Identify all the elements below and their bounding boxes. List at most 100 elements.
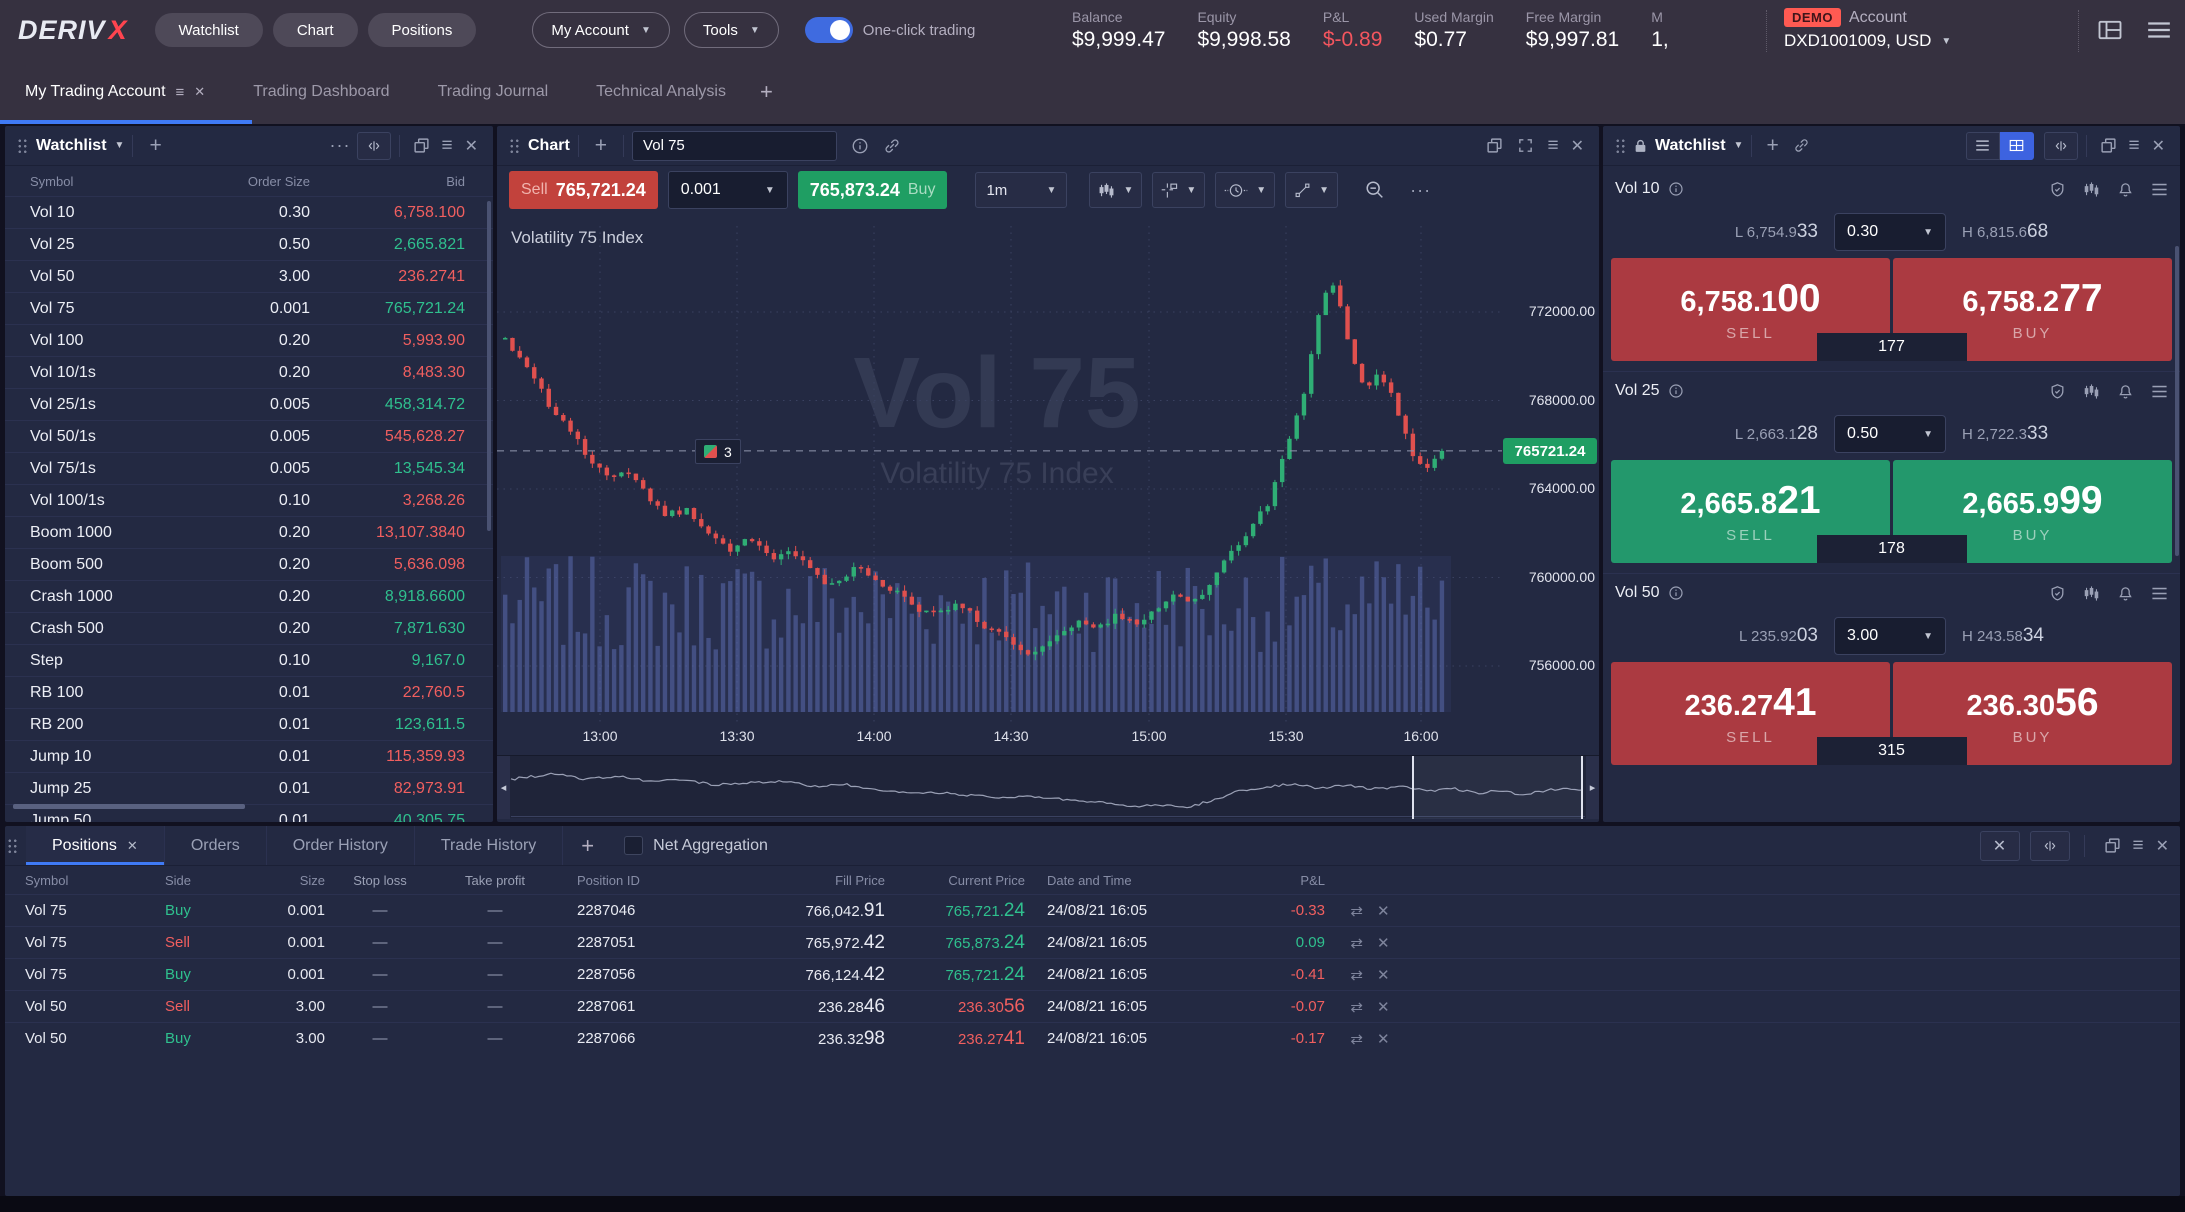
tab-trading-journal[interactable]: Trading Journal	[414, 60, 573, 124]
info-icon[interactable]	[1668, 585, 1684, 601]
duplicate-panel-icon[interactable]	[2095, 137, 2122, 154]
watchlist-row[interactable]: RB 2000.01123,611.5	[5, 708, 493, 740]
navigator-right-arrow[interactable]: ▸	[1586, 756, 1599, 819]
watchlist-row[interactable]: Jump 100.01115,359.93	[5, 740, 493, 772]
position-row[interactable]: Vol 50Buy3.00——2287066236.3298236.274124…	[5, 1022, 2180, 1054]
column-date-time[interactable]: Date and Time	[1025, 873, 1225, 888]
tab-technical-analysis[interactable]: Technical Analysis	[572, 60, 750, 124]
watchlist-row[interactable]: Crash 5000.207,871.630	[5, 612, 493, 644]
column-stop-loss[interactable]: Stop loss	[325, 873, 435, 888]
info-icon[interactable]	[851, 137, 869, 155]
sell-button[interactable]: Sell 765,721.24	[509, 171, 658, 209]
close-position-icon[interactable]: ✕	[1377, 1030, 1390, 1048]
layout-icon[interactable]	[2096, 16, 2124, 44]
position-row[interactable]: Vol 75Buy0.001——2287046766,042.91765,721…	[5, 894, 2180, 926]
tab-my-trading-account[interactable]: My Trading Account ≡ ✕	[0, 60, 229, 124]
instrument-menu-icon[interactable]	[2151, 384, 2168, 399]
chart-more-options-icon[interactable]: ···	[1410, 180, 1431, 201]
watchlist-row[interactable]: Vol 750.001765,721.24	[5, 292, 493, 324]
watchlist-panel-title[interactable]: Watchlist ▼	[1634, 137, 1743, 155]
duplicate-panel-icon[interactable]	[408, 137, 435, 154]
instrument-menu-icon[interactable]	[2151, 182, 2168, 197]
watchlist-row[interactable]: Vol 100/1s0.103,268.26	[5, 484, 493, 516]
tab-trading-dashboard[interactable]: Trading Dashboard	[229, 60, 413, 124]
watchlist-row[interactable]: Jump 250.0182,973.91	[5, 772, 493, 804]
panel-menu-icon[interactable]: ≡	[2122, 135, 2147, 157]
symbol-input[interactable]	[632, 131, 837, 161]
watchlist-row[interactable]: Vol 250.502,665.821	[5, 228, 493, 260]
vertical-scrollbar[interactable]	[487, 201, 491, 531]
info-icon[interactable]	[1668, 383, 1684, 399]
open-positions-badge[interactable]: 3	[695, 439, 741, 464]
drag-handle-icon[interactable]	[17, 138, 28, 153]
link-icon[interactable]	[883, 137, 901, 155]
column-order-size[interactable]: Order Size	[205, 174, 310, 189]
add-tab-button[interactable]: +	[581, 833, 594, 859]
watchlist-row[interactable]: Step0.109,167.0	[5, 644, 493, 676]
close-panel-icon[interactable]: ✕	[1566, 136, 1589, 156]
column-size[interactable]: Size	[255, 873, 325, 888]
quantity-select[interactable]: 3.00▼	[1834, 617, 1946, 655]
column-side[interactable]: Side	[165, 873, 255, 888]
panel-menu-icon[interactable]: ≡	[2126, 835, 2151, 857]
alert-icon[interactable]	[2117, 181, 2134, 198]
reverse-position-icon[interactable]: ⇄	[1350, 998, 1363, 1016]
reverse-position-icon[interactable]: ⇄	[1350, 966, 1363, 984]
fullscreen-icon[interactable]	[1510, 137, 1541, 154]
quantity-select[interactable]: 0.30▼	[1834, 213, 1946, 251]
column-position-id[interactable]: Position ID	[555, 873, 735, 888]
add-symbol-button[interactable]: +	[141, 134, 169, 158]
close-position-icon[interactable]: ✕	[1377, 998, 1390, 1016]
chart-type-select[interactable]: ▼	[1089, 172, 1142, 208]
close-all-button[interactable]: ✕	[1980, 831, 2020, 861]
tab-close-icon[interactable]: ✕	[194, 84, 205, 100]
panel-menu-icon[interactable]: ≡	[435, 135, 460, 157]
column-fill-price[interactable]: Fill Price	[735, 873, 885, 888]
panel-menu-icon[interactable]: ≡	[1541, 135, 1566, 157]
column-take-profit[interactable]: Take profit	[435, 873, 555, 888]
quantity-select[interactable]: 0.50▼	[1834, 415, 1946, 453]
buy-button[interactable]: 765,873.24 Buy	[798, 171, 948, 209]
timeframe-select[interactable]: 1m ▼	[975, 172, 1067, 208]
vertical-scrollbar[interactable]	[2175, 246, 2179, 556]
open-chart-icon[interactable]	[2083, 585, 2100, 602]
tab-trade-history[interactable]: Trade History	[415, 826, 563, 865]
grid-view-icon[interactable]	[2000, 132, 2034, 160]
position-row[interactable]: Vol 75Sell0.001——2287051765,972.42765,87…	[5, 926, 2180, 958]
column-current-price[interactable]: Current Price	[885, 873, 1025, 888]
close-position-icon[interactable]: ✕	[1377, 966, 1390, 984]
tab-positions[interactable]: Positions ✕	[26, 826, 165, 865]
duplicate-panel-icon[interactable]	[2099, 837, 2126, 854]
my-account-menu[interactable]: My Account ▼	[532, 12, 669, 48]
zoom-out-icon[interactable]	[1356, 172, 1394, 208]
watchlist-row[interactable]: Crash 10000.208,918.6600	[5, 580, 493, 612]
positions-button[interactable]: Positions	[368, 13, 477, 47]
expand-panel-icon[interactable]	[2044, 132, 2078, 160]
navigator-selection[interactable]	[1412, 756, 1583, 819]
more-options-icon[interactable]: ···	[324, 135, 357, 156]
column-pnl[interactable]: P&L	[1225, 873, 1325, 888]
chart-button[interactable]: Chart	[273, 13, 358, 47]
watchlist-row[interactable]: RB 1000.0122,760.5	[5, 676, 493, 708]
protection-icon[interactable]	[2049, 383, 2066, 400]
reverse-position-icon[interactable]: ⇄	[1350, 902, 1363, 920]
alert-icon[interactable]	[2117, 383, 2134, 400]
close-position-icon[interactable]: ✕	[1377, 934, 1390, 952]
crosshair-order-select[interactable]: ▼	[1152, 172, 1205, 208]
watchlist-row[interactable]: Vol 1000.205,993.90	[5, 324, 493, 356]
close-panel-icon[interactable]: ✕	[2151, 836, 2174, 856]
watchlist-row[interactable]: Vol 25/1s0.005458,314.72	[5, 388, 493, 420]
watchlist-row[interactable]: Vol 10/1s0.208,483.30	[5, 356, 493, 388]
reverse-position-icon[interactable]: ⇄	[1350, 934, 1363, 952]
tab-menu-icon[interactable]: ≡	[176, 84, 185, 101]
watchlist-row[interactable]: Vol 100.306,758.100	[5, 196, 493, 228]
column-symbol[interactable]: Symbol	[25, 873, 165, 888]
column-symbol[interactable]: Symbol	[30, 174, 205, 189]
add-tab-button[interactable]: +	[760, 79, 773, 105]
watchlist-row[interactable]: Boom 10000.2013,107.3840	[5, 516, 493, 548]
watchlist-panel-title[interactable]: Watchlist ▼	[36, 137, 124, 155]
drag-handle-icon[interactable]	[7, 838, 18, 853]
alert-icon[interactable]	[2117, 585, 2134, 602]
close-panel-icon[interactable]: ✕	[460, 136, 483, 156]
link-icon[interactable]	[1785, 137, 1818, 154]
